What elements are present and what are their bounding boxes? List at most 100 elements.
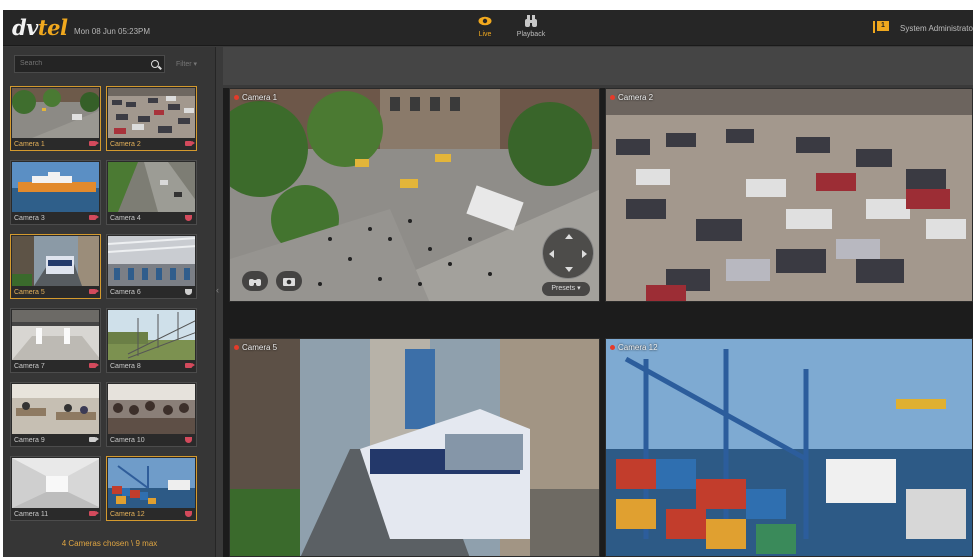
recording-indicator [610,345,615,350]
nav-playback-label: Playback [516,31,546,38]
nav-live-label: Live [478,31,492,38]
camera-thumb-image [108,162,195,212]
video-tile-camera-2[interactable]: Camera 2 [605,88,973,302]
binoculars-icon[interactable] [242,271,268,291]
notifications-flag-icon[interactable]: 1 [871,21,891,33]
camera-icon [89,141,99,146]
video-tile-camera-5[interactable]: Camera 5 [229,338,600,557]
top-header: dvtel Mon 08 Jun 05:23PM Live Playback 1… [3,10,973,46]
logo-accent-text: tel [37,15,68,40]
camera-thumb-image [12,310,99,360]
camera-2-feed [606,89,972,301]
snapshot-camera-icon[interactable] [276,271,302,291]
camera-thumbnail-grid: Camera 1 Camera 2 Camera 3 Camera 4 Came… [10,86,201,521]
camera-thumb-image [12,236,99,286]
binoculars-icon [523,13,539,29]
camera-thumb-label: Camera 5 [14,289,45,296]
camera-thumb-1[interactable]: Camera 1 [10,86,101,151]
camera-thumb-6[interactable]: Camera 6 [106,234,197,299]
presets-dropdown[interactable]: Presets ▾ [542,282,590,296]
camera-thumb-label: Camera 2 [110,141,141,148]
collapse-sidebar-chevron-icon[interactable]: ‹ [216,285,222,305]
camera-thumb-label: Camera 1 [14,141,45,148]
search-box[interactable] [14,55,165,73]
camera-selection-count: 4 Cameras chosen \ 9 max [61,539,158,548]
camera-thumb-label: Camera 7 [14,363,45,370]
camera-thumb-label: Camera 3 [14,215,45,222]
video-tile-camera-1[interactable]: Camera 1 Presets ▾ [229,88,600,302]
camera-thumb-12[interactable]: Camera 12 [106,456,197,521]
camera-thumb-label: Camera 4 [110,215,141,222]
search-input[interactable] [20,60,140,67]
camera-thumb-5[interactable]: Camera 5 [10,234,101,299]
dome-camera-icon [185,215,192,221]
camera-thumb-3[interactable]: Camera 3 [10,160,101,225]
logo-text: dv [12,15,38,40]
recording-indicator [234,345,239,350]
camera-thumb-label: Camera 8 [110,363,141,370]
dome-camera-icon [185,511,192,517]
camera-icon [185,363,195,368]
notification-count: 1 [877,21,889,31]
camera-thumb-4[interactable]: Camera 4 [106,160,197,225]
flag-pole [873,21,875,33]
camera-icon [89,289,99,294]
camera-thumb-label: Camera 12 [110,511,145,518]
camera-thumb-image [108,310,195,360]
camera-thumb-image [12,162,99,212]
main-toolbar [223,47,973,85]
tile-label: Camera 2 [618,93,654,102]
camera-thumb-8[interactable]: Camera 8 [106,308,197,373]
current-datetime: Mon 08 Jun 05:23PM [74,27,151,36]
filter-dropdown[interactable]: Filter ▾ [176,60,197,68]
camera-thumb-2[interactable]: Camera 2 [106,86,197,151]
video-wall: Camera 1 Presets ▾ Camera 2 Camera 5 Cam… [223,88,973,557]
camera-thumb-10[interactable]: Camera 10 [106,382,197,447]
camera-thumb-label: Camera 11 [14,511,49,518]
ptz-up-arrow-icon[interactable] [565,234,573,239]
camera-12-feed [606,339,972,556]
camera-thumb-image [108,384,195,434]
camera-thumb-image [108,458,195,508]
camera-thumb-image [108,88,195,138]
filter-label: Filter [176,61,192,68]
camera-thumb-label: Camera 9 [14,437,45,444]
search-icon[interactable] [151,60,159,68]
ptz-control-pad[interactable] [542,227,594,279]
camera-icon [89,215,99,220]
tile-label: Camera 1 [242,93,278,102]
ptz-right-arrow-icon[interactable] [582,250,587,258]
tile-label: Camera 12 [618,343,658,352]
camera-5-feed [230,339,599,556]
dome-camera-icon [185,289,192,295]
presets-label: Presets [551,285,576,292]
camera-thumb-label: Camera 6 [110,289,141,296]
camera-thumb-11[interactable]: Camera 11 [10,456,101,521]
camera-thumb-image [12,384,99,434]
recording-indicator [610,95,615,100]
eye-icon [477,13,493,29]
camera-sidebar: Filter ▾ Camera 1 Camera 2 [3,47,216,557]
recording-indicator [234,95,239,100]
tile-label: Camera 5 [242,343,278,352]
nav-live[interactable]: Live [470,13,500,38]
user-menu[interactable]: System Administrator [900,24,973,33]
camera-icon [89,511,99,516]
dome-camera-icon [185,437,192,443]
camera-thumb-9[interactable]: Camera 9 [10,382,101,447]
camera-icon [185,141,195,146]
camera-thumb-image [12,88,99,138]
ptz-down-arrow-icon[interactable] [565,267,573,272]
vms-app-window: dvtel Mon 08 Jun 05:23PM Live Playback 1… [3,10,973,557]
nav-playback[interactable]: Playback [516,13,546,38]
camera-thumb-7[interactable]: Camera 7 [10,308,101,373]
video-tile-camera-12[interactable]: Camera 12 [605,338,973,557]
dvtel-logo: dvtel [12,15,68,40]
camera-icon [89,437,99,442]
camera-thumb-label: Camera 10 [110,437,145,444]
ptz-left-arrow-icon[interactable] [549,250,554,258]
camera-thumb-image [12,458,99,508]
camera-icon [89,363,99,368]
mode-nav: Live Playback [470,13,546,38]
camera-thumb-image [108,236,195,286]
